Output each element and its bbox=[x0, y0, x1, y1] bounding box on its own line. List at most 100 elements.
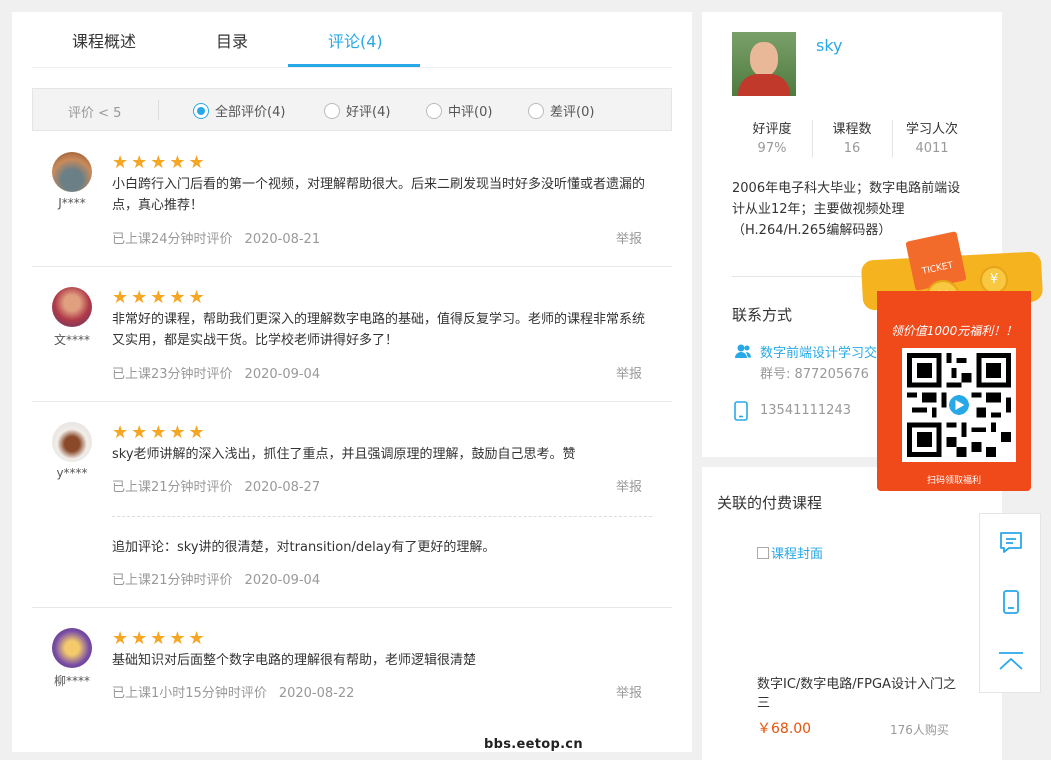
followup-date: 2020-09-04 bbox=[244, 573, 321, 588]
report-link[interactable]: 举报 bbox=[616, 476, 642, 495]
filter-medium[interactable]: 中评(0) bbox=[426, 101, 492, 120]
coin-icon: ¥ bbox=[980, 266, 1008, 294]
qr-code bbox=[902, 348, 1016, 462]
stat-rating: 好评度 97% bbox=[732, 118, 812, 156]
group-icon bbox=[735, 344, 751, 358]
review-text: 基础知识对后面整个数字电路的理解很有帮助，老师逻辑很清楚 bbox=[112, 653, 477, 668]
filter-medium-label: 中评(0) bbox=[448, 105, 493, 120]
filter-all[interactable]: 全部评价(4) bbox=[193, 101, 285, 120]
stat-value: 4011 bbox=[915, 141, 949, 156]
stat-label: 学习人次 bbox=[905, 122, 958, 137]
stat-value: 97% bbox=[757, 141, 787, 156]
qr-code-icon bbox=[907, 353, 1011, 457]
feedback-icon[interactable] bbox=[998, 530, 1024, 556]
radio-icon[interactable] bbox=[528, 102, 544, 119]
avatar[interactable] bbox=[52, 628, 92, 668]
related-title: 关联的付费课程 bbox=[717, 494, 823, 512]
rating-stars: ★★★★★ bbox=[112, 287, 208, 308]
tab-overview[interactable]: 课程概述 bbox=[72, 28, 136, 52]
course-cover[interactable]: 课程封面 bbox=[757, 543, 823, 562]
review-study-time: 已上课23分钟时评价 bbox=[112, 367, 233, 382]
review-study-time: 已上课21分钟时评价 bbox=[112, 480, 233, 495]
rating-stars: ★★★★★ bbox=[112, 422, 208, 443]
phone-number: 13541111243 bbox=[760, 403, 851, 418]
course-cover-alt: 课程封面 bbox=[771, 547, 824, 562]
broken-image-icon bbox=[757, 546, 769, 559]
group-link[interactable]: 数字前端设计学习交 bbox=[760, 342, 877, 361]
floating-toolbar bbox=[979, 513, 1041, 693]
contact-title: 联系方式 bbox=[732, 306, 793, 324]
review-date: 2020-08-21 bbox=[244, 232, 321, 247]
review-study-time: 已上课24分钟时评价 bbox=[112, 232, 233, 247]
teacher-bio: 2006年电子科大毕业；数字电路前端设计从业12年；主要做视频处理（H.264/… bbox=[732, 181, 961, 238]
review-item: J**** ★★★★★ 小白跨行入门后看的第一个视频，对理解帮助很大。后来二刷发… bbox=[32, 152, 672, 267]
reviews-panel: 课程概述 目录 评论(4) 评价 < 5 全部评价(4) 好评(4) 中评(0)… bbox=[12, 12, 692, 752]
review-date: 2020-08-27 bbox=[244, 480, 321, 495]
active-tab-indicator bbox=[288, 64, 420, 67]
review-date: 2020-09-04 bbox=[244, 367, 321, 382]
phone-icon bbox=[734, 401, 748, 421]
course-buyers: 176人购买 bbox=[890, 723, 949, 737]
report-link[interactable]: 举报 bbox=[616, 363, 642, 382]
avatar[interactable] bbox=[52, 287, 92, 327]
report-link[interactable]: 举报 bbox=[616, 228, 642, 247]
course-price: ￥68.00 bbox=[757, 721, 812, 737]
stat-label: 课程数 bbox=[832, 122, 872, 137]
teacher-name[interactable]: sky bbox=[816, 36, 843, 55]
review-meta: 已上课23分钟时评价 2020-09-04 bbox=[112, 363, 320, 382]
report-link[interactable]: 举报 bbox=[616, 682, 642, 701]
promo-welfare-text: 领价值1000元福利！！ bbox=[890, 324, 1018, 338]
review-item: y**** ★★★★★ sky老师讲解的深入浅出，抓住了重点，并且强调原理的理解… bbox=[32, 402, 672, 608]
followup-study-time: 已上课21分钟时评价 bbox=[112, 573, 233, 588]
filter-good-label: 好评(4) bbox=[346, 105, 391, 120]
stat-courses: 课程数 16 bbox=[812, 118, 892, 156]
filter-bad[interactable]: 差评(0) bbox=[528, 101, 594, 120]
radio-icon[interactable] bbox=[426, 102, 442, 119]
tab-catalog[interactable]: 目录 bbox=[216, 28, 248, 52]
teacher-face bbox=[750, 42, 778, 76]
teacher-avatar[interactable] bbox=[732, 32, 796, 96]
review-text: 小白跨行入门后看的第一个视频，对理解帮助很大。后来二刷发现当时好多没听懂或者遗漏… bbox=[112, 177, 646, 213]
followup-divider bbox=[112, 516, 652, 517]
review-meta: 已上课1小时15分钟时评价 2020-08-22 bbox=[112, 682, 354, 701]
review-meta: 已上课24分钟时评价 2020-08-21 bbox=[112, 228, 320, 247]
stat-value: 16 bbox=[843, 141, 861, 156]
stat-learners: 学习人次 4011 bbox=[892, 118, 972, 156]
review-text: sky老师讲解的深入浅出，抓住了重点，并且强调原理的理解，鼓励自己思考。赞 bbox=[112, 447, 576, 462]
promo-qr-popup[interactable]: TICKET ¥ ¥ 领价值1000元福利！！ bbox=[860, 231, 1044, 494]
review-username: J**** bbox=[58, 196, 86, 210]
avatar[interactable] bbox=[52, 152, 92, 192]
watermark: bbs.eetop.cn bbox=[484, 737, 583, 752]
rating-stars: ★★★★★ bbox=[112, 152, 208, 173]
group-number: 群号: 877205676 bbox=[760, 367, 869, 382]
filter-all-label: 全部评价(4) bbox=[215, 105, 286, 120]
review-item: 文**** ★★★★★ 非常好的课程，帮助我们更深入的理解数字电路的基础，值得反… bbox=[32, 267, 672, 402]
review-username: 文**** bbox=[53, 333, 90, 347]
filter-divider bbox=[158, 100, 159, 120]
review-item: 柳**** ★★★★★ 基础知识对后面整个数字电路的理解很有帮助，老师逻辑很清楚… bbox=[32, 608, 672, 718]
stat-label: 好评度 bbox=[752, 122, 792, 137]
teacher-shirt bbox=[738, 74, 790, 96]
mobile-icon[interactable] bbox=[998, 589, 1024, 615]
review-username: y**** bbox=[56, 466, 88, 480]
promo-scan-text: 扫码领取福利 bbox=[926, 476, 981, 486]
review-study-time: 已上课1小时15分钟时评价 bbox=[112, 686, 267, 701]
review-username: 柳**** bbox=[53, 674, 90, 688]
tab-comments[interactable]: 评论(4) bbox=[328, 28, 383, 52]
review-text: 非常好的课程，帮助我们更深入的理解数字电路的基础，值得反复学习。老师的课程非常系… bbox=[112, 312, 646, 348]
filter-label: 评价 < 5 bbox=[68, 106, 122, 121]
filter-good[interactable]: 好评(4) bbox=[324, 101, 390, 120]
radio-icon[interactable] bbox=[324, 102, 340, 119]
rating-stars: ★★★★★ bbox=[112, 628, 208, 649]
rating-filter-bar: 评价 < 5 全部评价(4) 好评(4) 中评(0) 差评(0) bbox=[32, 88, 672, 131]
review-meta: 已上课21分钟时评价 2020-08-27 bbox=[112, 476, 320, 495]
filter-bad-label: 差评(0) bbox=[550, 105, 595, 120]
followup-text: 追加评论：sky讲的很清楚，对transition/delay有了更好的理解。 bbox=[112, 540, 496, 555]
back-to-top-icon[interactable] bbox=[998, 649, 1024, 675]
related-courses: 关联的付费课程 课程封面 数字IC/数字电路/FPGA设计入门之三 ￥68.00… bbox=[702, 467, 1002, 760]
avatar[interactable] bbox=[52, 422, 92, 462]
followup-meta: 已上课21分钟时评价 2020-09-04 bbox=[112, 569, 320, 588]
course-title[interactable]: 数字IC/数字电路/FPGA设计入门之三 bbox=[757, 675, 957, 713]
radio-selected-icon[interactable] bbox=[193, 102, 209, 119]
review-date: 2020-08-22 bbox=[278, 686, 355, 701]
